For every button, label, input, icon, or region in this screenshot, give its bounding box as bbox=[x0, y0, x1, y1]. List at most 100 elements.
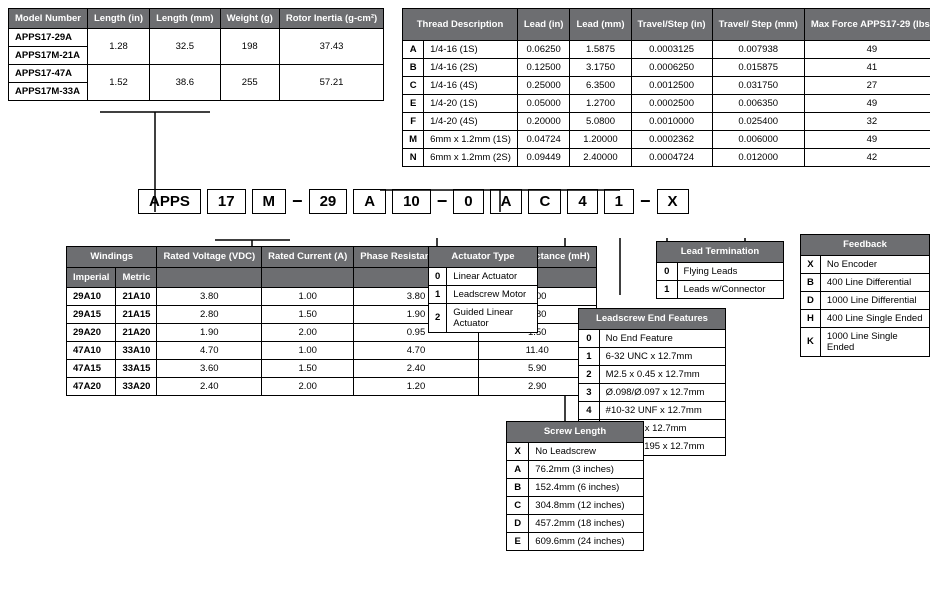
kv-key: 2 bbox=[579, 365, 600, 383]
thread-cell: 6mm x 1.2mm (2S) bbox=[424, 149, 518, 167]
windings-cell: 2.00 bbox=[262, 378, 354, 396]
model-cell: APPS17-47A bbox=[9, 65, 88, 83]
kv-key: A bbox=[507, 460, 529, 478]
thread-cell: E bbox=[403, 95, 424, 113]
pn-segment: 10 bbox=[392, 189, 431, 214]
windings-h2: Rated Voltage (VDC) bbox=[157, 247, 262, 267]
thread-cell: 0.0006250 bbox=[631, 59, 712, 77]
thread-cell: 41 bbox=[804, 59, 930, 77]
windings-h0: Imperial bbox=[67, 267, 116, 287]
model-h1: Length (in) bbox=[87, 9, 149, 29]
thread-cell: 5.0800 bbox=[570, 113, 631, 131]
kv-val: 457.2mm (18 inches) bbox=[529, 514, 644, 532]
thread-cell: 0.0003125 bbox=[631, 41, 712, 59]
screw-length-table: Screw Length XNo LeadscrewA76.2mm (3 inc… bbox=[506, 421, 644, 550]
thread-h4: Travel/ Step (mm) bbox=[712, 9, 804, 41]
thread-cell: 0.12500 bbox=[517, 59, 570, 77]
kv-val: M2.5 x 0.45 x 12.7mm bbox=[599, 365, 725, 383]
kv-val: 304.8mm (12 inches) bbox=[529, 496, 644, 514]
windings-title: Windings bbox=[67, 247, 157, 267]
thread-cell: 42 bbox=[804, 149, 930, 167]
thread-cell: N bbox=[403, 149, 424, 167]
thread-cell: C bbox=[403, 77, 424, 95]
kv-val: Linear Actuator bbox=[447, 267, 538, 285]
thread-cell: 49 bbox=[804, 95, 930, 113]
windings-cell: 21A10 bbox=[116, 288, 157, 306]
kv-key: C bbox=[507, 496, 529, 514]
model-val: 198 bbox=[220, 29, 279, 65]
windings-cell: 1.50 bbox=[262, 360, 354, 378]
windings-cell: 2.40 bbox=[157, 378, 262, 396]
kv-key: 0 bbox=[579, 329, 600, 347]
kv-val: 400 Line Differential bbox=[820, 273, 929, 291]
kv-val: #10-32 UNF x 12.7mm bbox=[599, 401, 725, 419]
kv-key: E bbox=[507, 532, 529, 550]
pn-segment: M bbox=[252, 189, 287, 214]
kv-val: 400 Line Single Ended bbox=[820, 309, 929, 327]
windings-cell: 3.80 bbox=[157, 288, 262, 306]
pn-segment: A bbox=[353, 189, 386, 214]
thread-cell: 1.2700 bbox=[570, 95, 631, 113]
kv-val: No Encoder bbox=[820, 255, 929, 273]
kv-val: Guided Linear Actuator bbox=[447, 303, 538, 332]
model-h0: Model Number bbox=[9, 9, 88, 29]
pn-segment: APPS bbox=[138, 189, 201, 214]
thread-cell: 6.3500 bbox=[570, 77, 631, 95]
windings-cell: 1.00 bbox=[262, 288, 354, 306]
thread-cell: F bbox=[403, 113, 424, 131]
windings-cell: 47A15 bbox=[67, 360, 116, 378]
windings-cell: 29A15 bbox=[67, 306, 116, 324]
model-val: 1.28 bbox=[87, 29, 149, 65]
screw-length-title: Screw Length bbox=[507, 422, 644, 442]
thread-cell: 0.09449 bbox=[517, 149, 570, 167]
pn-separator: − bbox=[437, 191, 448, 212]
thread-cell: 0.20000 bbox=[517, 113, 570, 131]
part-number: APPS17M−29A10−0AC41−X bbox=[8, 189, 922, 214]
windings-cell: 21A20 bbox=[116, 324, 157, 342]
windings-cell: 3.60 bbox=[157, 360, 262, 378]
thread-h0: Thread Description bbox=[403, 9, 518, 41]
thread-cell: 3.1750 bbox=[570, 59, 631, 77]
thread-cell: 0.0012500 bbox=[631, 77, 712, 95]
thread-cell: 1/4-16 (2S) bbox=[424, 59, 518, 77]
windings-cell: 4.70 bbox=[354, 342, 478, 360]
kv-key: K bbox=[801, 327, 821, 356]
windings-cell: 1.00 bbox=[262, 342, 354, 360]
thread-cell: 1.5875 bbox=[570, 41, 631, 59]
thread-cell: 1/4-20 (4S) bbox=[424, 113, 518, 131]
windings-cell: 1.20 bbox=[354, 378, 478, 396]
windings-cell: 2.80 bbox=[157, 306, 262, 324]
actuator-type-table: Actuator Type 0Linear Actuator1Leadscrew… bbox=[428, 246, 538, 332]
model-val: 1.52 bbox=[87, 65, 149, 101]
kv-key: 1 bbox=[657, 280, 678, 298]
model-val: 32.5 bbox=[150, 29, 221, 65]
thread-cell: 0.06250 bbox=[517, 41, 570, 59]
end-features-title: Leadscrew End Features bbox=[579, 309, 726, 329]
model-val: 38.6 bbox=[150, 65, 221, 101]
thread-cell: M bbox=[403, 131, 424, 149]
thread-cell: 32 bbox=[804, 113, 930, 131]
windings-h3: Rated Current (A) bbox=[262, 247, 354, 267]
windings-cell: 1.90 bbox=[157, 324, 262, 342]
kv-key: D bbox=[801, 291, 821, 309]
windings-cell: 2.00 bbox=[262, 324, 354, 342]
pn-segment: 17 bbox=[207, 189, 246, 214]
kv-val: No End Feature bbox=[599, 329, 725, 347]
windings-cell: 47A20 bbox=[67, 378, 116, 396]
model-h4: Rotor Inertia (g-cm²) bbox=[279, 9, 383, 29]
thread-cell: 0.0010000 bbox=[631, 113, 712, 131]
thread-cell: 1/4-20 (1S) bbox=[424, 95, 518, 113]
thread-cell: 0.0004724 bbox=[631, 149, 712, 167]
thread-cell: 1.20000 bbox=[570, 131, 631, 149]
pn-segment: 1 bbox=[604, 189, 634, 214]
kv-val: 76.2mm (3 inches) bbox=[529, 460, 644, 478]
thread-cell: 0.05000 bbox=[517, 95, 570, 113]
pn-separator: − bbox=[292, 191, 303, 212]
model-cell: APPS17-29A bbox=[9, 29, 88, 47]
model-h3: Weight (g) bbox=[220, 9, 279, 29]
thread-table: Thread Description Lead (in) Lead (mm) T… bbox=[402, 8, 930, 167]
thread-cell: 49 bbox=[804, 41, 930, 59]
thread-h1: Lead (in) bbox=[517, 9, 570, 41]
lead-term-table: Lead Termination 0Flying Leads1Leads w/C… bbox=[656, 241, 784, 298]
windings-cell: 33A10 bbox=[116, 342, 157, 360]
